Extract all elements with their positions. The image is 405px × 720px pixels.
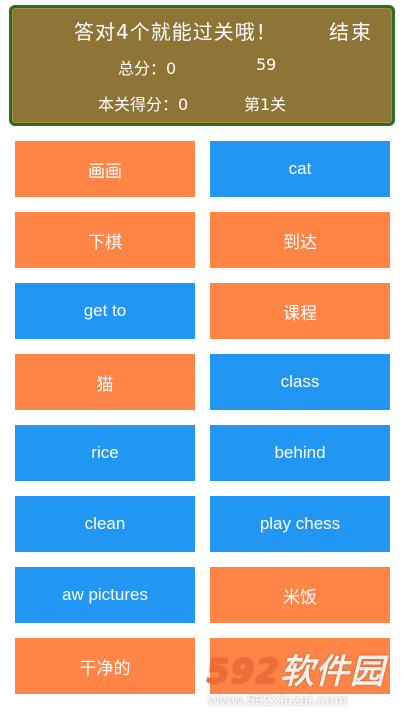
- word-card[interactable]: 画画: [15, 141, 195, 197]
- word-card[interactable]: behind: [210, 425, 390, 481]
- level-number: 第1关: [244, 95, 287, 114]
- word-card[interactable]: 下棋: [15, 212, 195, 268]
- game-header: 答对4个就能过关哦！ 结束 总分：0 59 本关得分：0 第1关: [9, 5, 395, 126]
- word-card[interactable]: clean: [15, 496, 195, 552]
- end-button[interactable]: 结束: [329, 16, 373, 45]
- level-score: 本关得分：0: [98, 95, 189, 114]
- word-card[interactable]: [210, 638, 390, 694]
- word-card[interactable]: 猫: [15, 354, 195, 410]
- word-card[interactable]: 到达: [210, 212, 390, 268]
- word-card[interactable]: class: [210, 354, 390, 410]
- word-card[interactable]: cat: [210, 141, 390, 197]
- word-card[interactable]: play chess: [210, 496, 390, 552]
- level-prompt: 答对4个就能过关哦！: [74, 20, 277, 44]
- word-card[interactable]: get to: [15, 283, 195, 339]
- word-card[interactable]: aw pictures: [15, 567, 195, 623]
- countdown-timer: 59: [256, 55, 277, 74]
- word-card[interactable]: 干净的: [15, 638, 195, 694]
- word-card[interactable]: rice: [15, 425, 195, 481]
- total-score: 总分：0: [118, 59, 177, 78]
- word-card[interactable]: 米饭: [210, 567, 390, 623]
- watermark-url: www.592xiazai.com: [208, 692, 348, 709]
- word-card[interactable]: 课程: [210, 283, 390, 339]
